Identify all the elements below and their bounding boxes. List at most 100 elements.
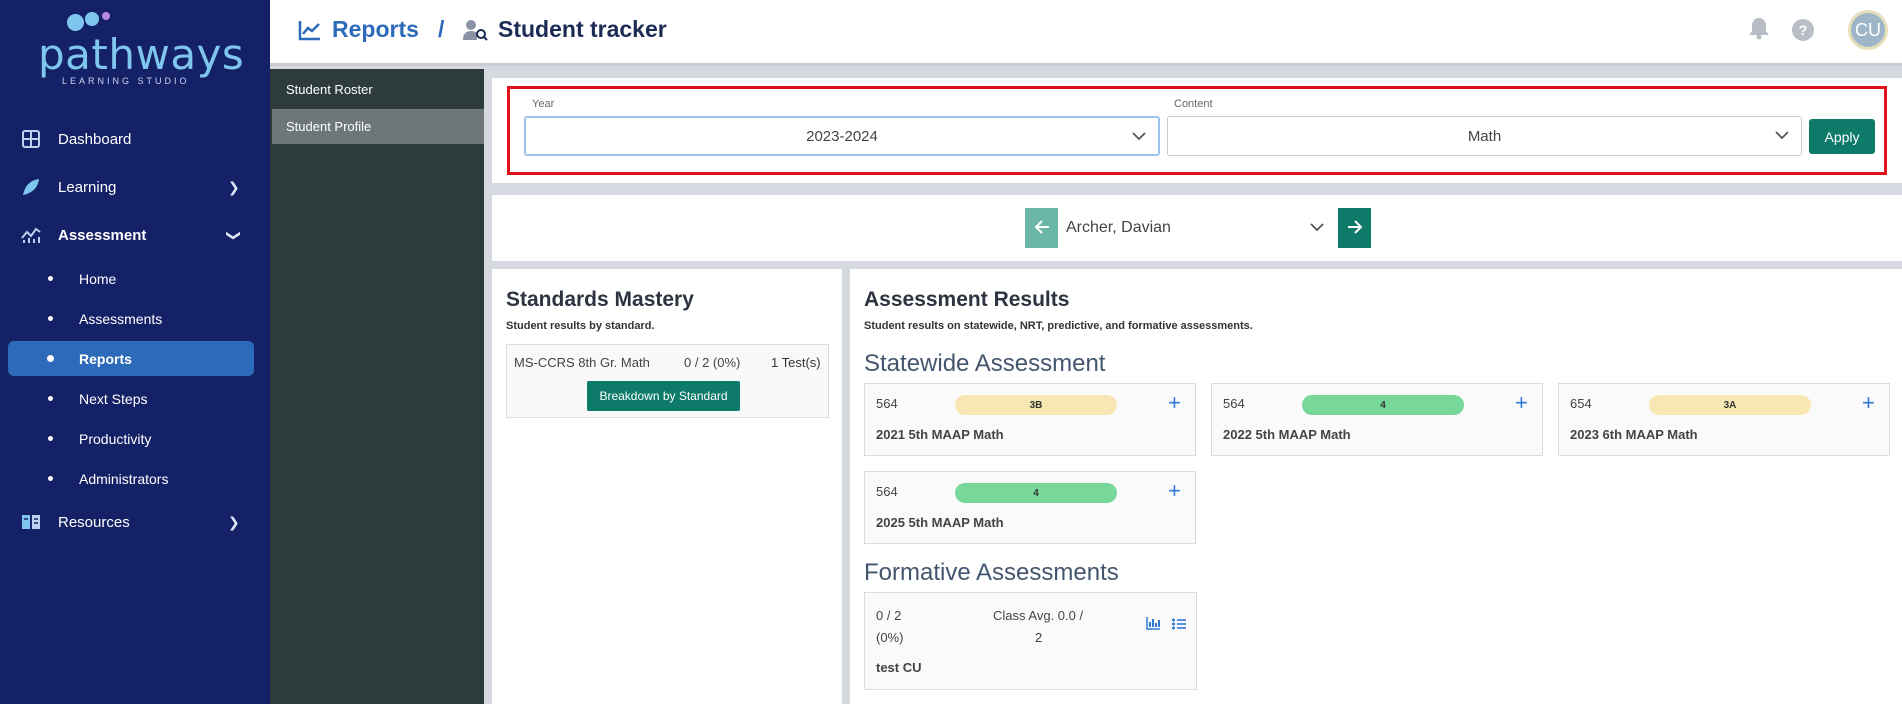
formative-name: test CU	[876, 660, 922, 675]
chevron-down-icon	[1310, 220, 1324, 235]
next-student-button[interactable]	[1338, 208, 1371, 248]
standard-score: 0 / 2 (0%)	[684, 355, 741, 370]
report-subnav: Student Roster Student Profile	[270, 69, 484, 704]
nav-sub-home-label: Home	[79, 270, 117, 287]
plus-icon[interactable]: +	[1862, 390, 1875, 416]
nav-sub-productivity-label: Productivity	[79, 430, 152, 447]
performance-level-badge: 4	[1302, 395, 1464, 415]
chevron-right-icon: ❯	[228, 178, 240, 195]
nav-resources-label: Resources	[58, 513, 130, 531]
performance-level-badge: 3B	[955, 395, 1117, 415]
assessment-name: 2025 5th MAAP Math	[876, 515, 1004, 530]
formative-assessment-card: 0 / 2 (0%) Class Avg. 0.0 / 2 test CU	[864, 592, 1197, 690]
standards-mastery-subtitle: Student results by standard.	[506, 320, 655, 332]
assessment-results-title: Assessment Results	[864, 288, 1070, 311]
content-label: Content	[1174, 98, 1213, 110]
nav-learning[interactable]: Learning ❯	[0, 167, 270, 207]
breadcrumb-reports[interactable]: Reports	[298, 16, 419, 43]
formative-percent: (0%)	[876, 630, 904, 645]
bullet-icon	[47, 355, 54, 362]
breakdown-by-standard-button[interactable]: Breakdown by Standard	[587, 381, 740, 411]
user-search-icon	[462, 18, 488, 42]
breadcrumb-separator: /	[438, 16, 445, 42]
bell-icon[interactable]	[1748, 16, 1770, 45]
standard-name: MS-CCRS 8th Gr. Math	[514, 355, 650, 370]
nav-sub-home[interactable]: Home	[8, 261, 254, 296]
nav-sub-administrators[interactable]: Administrators	[8, 461, 254, 496]
standard-tests: 1 Test(s)	[771, 355, 821, 370]
chevron-right-icon: ❯	[228, 513, 240, 530]
subnav-student-roster[interactable]: Student Roster	[272, 72, 484, 107]
assessment-name: 2021 5th MAAP Math	[876, 427, 1004, 442]
assessment-card: 564 4 + 2025 5th MAAP Math	[864, 471, 1196, 544]
year-select-value: 2023-2024	[806, 127, 878, 145]
leaf-icon	[20, 176, 42, 198]
arrow-left-icon	[1034, 218, 1050, 239]
nav-sub-productivity[interactable]: Productivity	[8, 421, 254, 456]
content-select-value: Math	[1467, 127, 1502, 145]
svg-text:?: ?	[1799, 22, 1808, 38]
previous-student-button[interactable]	[1025, 208, 1058, 248]
standards-mastery-panel	[492, 269, 842, 704]
assessment-name: 2023 6th MAAP Math	[1570, 427, 1698, 442]
line-chart-icon	[298, 19, 322, 41]
bullet-icon	[48, 436, 53, 441]
class-average: Class Avg. 0.0 /	[993, 608, 1084, 623]
nav-dashboard[interactable]: Dashboard	[0, 119, 270, 159]
bullet-icon	[48, 476, 53, 481]
nav-sub-assessments-label: Assessments	[79, 310, 163, 327]
nav-sub-reports[interactable]: Reports	[8, 341, 254, 376]
chevron-down-icon	[1775, 128, 1789, 143]
nav-sub-reports-label: Reports	[79, 350, 132, 367]
nav-resources[interactable]: Resources ❯	[0, 502, 270, 542]
standards-mastery-title: Standards Mastery	[506, 288, 694, 311]
chevron-down-icon: ❯	[226, 229, 243, 241]
subnav-student-profile[interactable]: Student Profile	[272, 109, 484, 144]
plus-icon[interactable]: +	[1168, 390, 1181, 416]
year-label: Year	[532, 98, 555, 110]
page-title: Student tracker	[462, 16, 667, 43]
assessment-card: 564 3B + 2021 5th MAAP Math	[864, 383, 1196, 456]
pathways-logo[interactable]: pathways LEARNING STUDIO	[38, 12, 244, 86]
top-header: Reports / Student tracker ?	[270, 0, 1902, 66]
nav-learning-label: Learning	[58, 178, 117, 196]
nav-sub-next-steps[interactable]: Next Steps	[8, 381, 254, 416]
nav-assessment[interactable]: Assessment ❯	[0, 215, 270, 255]
book-icon	[20, 511, 42, 533]
student-select[interactable]: Archer, Davian	[1058, 208, 1338, 248]
nav-sub-next-steps-label: Next Steps	[79, 390, 148, 407]
chevron-down-icon	[1132, 129, 1146, 144]
assessment-score: 654	[1570, 396, 1592, 411]
chart-icon	[20, 224, 42, 246]
student-name: Archer, Davian	[1066, 219, 1171, 236]
plus-icon[interactable]: +	[1168, 478, 1181, 504]
formative-assessments-title: Formative Assessments	[864, 559, 1119, 586]
nav-sub-assessments[interactable]: Assessments	[8, 301, 254, 336]
performance-level-badge: 4	[955, 483, 1117, 503]
assessment-card: 564 4 + 2022 5th MAAP Math	[1211, 383, 1543, 456]
assessment-score: 564	[876, 396, 898, 411]
assessment-score: 564	[876, 484, 898, 499]
assessment-card: 654 3A + 2023 6th MAAP Math	[1558, 383, 1890, 456]
bar-chart-icon[interactable]	[1146, 616, 1161, 635]
formative-score: 0 / 2	[876, 608, 902, 623]
year-select[interactable]: 2023-2024	[524, 116, 1160, 156]
nav-sub-administrators-label: Administrators	[79, 470, 169, 487]
apply-button[interactable]: Apply	[1809, 119, 1875, 154]
statewide-assessment-title: Statewide Assessment	[864, 350, 1106, 377]
help-icon[interactable]: ?	[1792, 19, 1814, 46]
logo-subtitle: LEARNING STUDIO	[62, 76, 190, 86]
list-icon[interactable]	[1172, 617, 1186, 635]
content-select[interactable]: Math	[1167, 116, 1802, 156]
assessment-results-subtitle: Student results on statewide, NRT, predi…	[864, 320, 1253, 332]
side-navigation: pathways LEARNING STUDIO Dashboard Learn…	[0, 0, 270, 704]
avatar[interactable]: CU	[1848, 10, 1888, 50]
dashboard-icon	[20, 128, 42, 150]
breadcrumb-reports-label: Reports	[332, 16, 419, 42]
performance-level-badge: 3A	[1649, 395, 1811, 415]
assessment-name: 2022 5th MAAP Math	[1223, 427, 1351, 442]
page-title-label: Student tracker	[498, 16, 667, 42]
nav-dashboard-label: Dashboard	[58, 130, 132, 148]
logo-wordmark: pathways	[38, 30, 245, 79]
plus-icon[interactable]: +	[1515, 390, 1528, 416]
